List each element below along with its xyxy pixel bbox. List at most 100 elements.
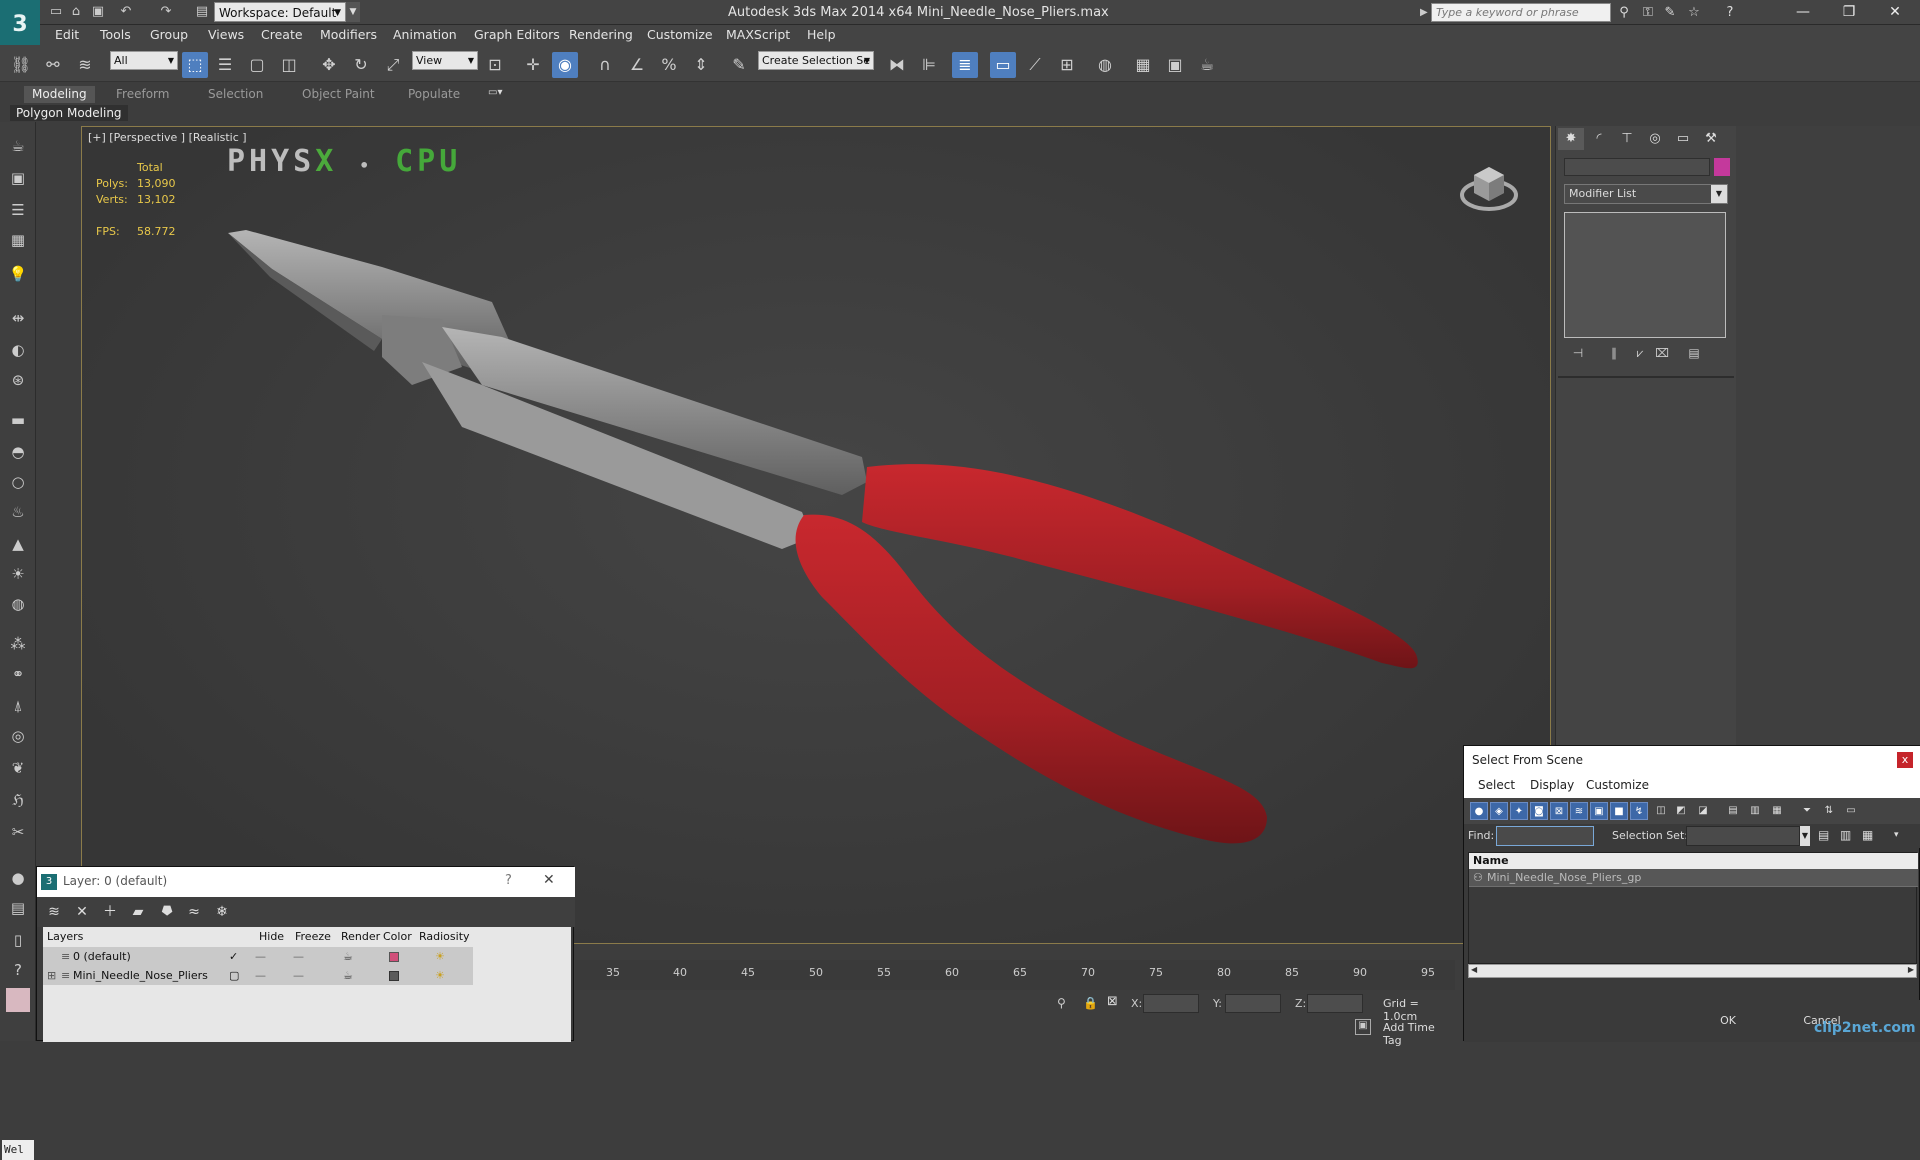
- select-objects-in-layer-icon[interactable]: ▰: [127, 902, 149, 922]
- new-layer-icon[interactable]: ≋: [43, 902, 65, 922]
- current-layer-box-icon[interactable]: ▢: [229, 966, 239, 985]
- close-button[interactable]: ✕: [543, 872, 555, 888]
- ribbon-options-icon[interactable]: ▭▾: [488, 87, 508, 101]
- hemisphere-icon[interactable]: ◓: [6, 440, 30, 464]
- add-to-selection-set-icon[interactable]: ▥: [1840, 828, 1851, 842]
- list-item[interactable]: ⚇ Mini_Needle_Nose_Pliers_gp: [1469, 869, 1918, 887]
- expand-icon[interactable]: ⊞: [47, 966, 56, 985]
- rectangular-selection-icon[interactable]: ▢: [244, 52, 270, 78]
- pin-stack-icon[interactable]: ⊣: [1568, 344, 1588, 362]
- select-and-link-icon[interactable]: ⛓: [8, 52, 34, 78]
- add-to-layer-icon[interactable]: ＋: [99, 902, 121, 922]
- display-tab-icon[interactable]: ▭: [1670, 128, 1696, 150]
- reference-coordinate-dropdown[interactable]: View ▼: [412, 51, 478, 70]
- y-coordinate-input[interactable]: [1225, 994, 1281, 1013]
- help-button[interactable]: ?: [505, 873, 512, 888]
- keyboard-shortcut-override-icon[interactable]: ◉: [552, 52, 578, 78]
- graphite-toolbar-icon[interactable]: ▭: [990, 52, 1016, 78]
- details-view-icon[interactable]: ▥: [1746, 802, 1764, 820]
- helpers-filter-icon[interactable]: ⊠: [1550, 802, 1568, 820]
- camera-icon[interactable]: ◐: [6, 338, 30, 362]
- hierarchy-view-icon[interactable]: ▦: [1768, 802, 1786, 820]
- utilities-tab-icon[interactable]: ⚒: [1698, 128, 1724, 150]
- unlink-icon[interactable]: ⚯: [40, 52, 66, 78]
- sort-icon[interactable]: ⇅: [1820, 802, 1838, 820]
- help-icon[interactable]: ?: [1720, 3, 1740, 22]
- sun-icon[interactable]: ☀: [6, 562, 30, 586]
- favorites-star-icon[interactable]: ☆: [1684, 3, 1704, 22]
- z-coordinate-input[interactable]: [1307, 994, 1363, 1013]
- menu-tools[interactable]: Tools: [100, 25, 131, 45]
- freeze-unfreeze-all-icon[interactable]: ❄: [211, 902, 233, 922]
- x-coordinate-input[interactable]: [1143, 994, 1199, 1013]
- undo-icon[interactable]: ↶: [118, 4, 134, 20]
- hide-toggle[interactable]: —: [255, 947, 266, 966]
- save-icon[interactable]: ▣: [90, 4, 106, 20]
- viewcube-icon[interactable]: [1458, 157, 1520, 217]
- close-icon[interactable]: ✕: [1872, 0, 1918, 25]
- xrefs-filter-icon[interactable]: ■: [1610, 802, 1628, 820]
- render-frame-icon[interactable]: ▣: [6, 166, 30, 190]
- edit-named-selection-icon[interactable]: ✎: [726, 52, 752, 78]
- sfs-menu-select[interactable]: Select: [1478, 778, 1515, 792]
- hair-icon[interactable]: ℌ: [6, 788, 30, 812]
- light-bulb-icon[interactable]: 💡: [6, 262, 30, 286]
- video-camera-icon[interactable]: ⊛: [6, 368, 30, 392]
- col-render[interactable]: Render: [341, 927, 380, 947]
- redo-icon[interactable]: ↷: [158, 4, 174, 20]
- render-setup-icon[interactable]: ▦: [1130, 52, 1156, 78]
- layer-dialog-titlebar[interactable]: 3 Layer: 0 (default) ? ✕: [37, 867, 575, 897]
- tab-selection[interactable]: Selection: [200, 86, 271, 103]
- rendered-frame-window-icon[interactable]: ▣: [1162, 52, 1188, 78]
- geometry-filter-icon[interactable]: ●: [1470, 802, 1488, 820]
- absolute-mode-icon[interactable]: ⊠: [1107, 994, 1118, 1009]
- make-unique-icon[interactable]: ⩗: [1630, 344, 1650, 362]
- col-hide[interactable]: Hide: [259, 927, 284, 947]
- select-and-move-icon[interactable]: ✥: [316, 52, 342, 78]
- menu-animation[interactable]: Animation: [393, 25, 457, 45]
- filter-funnel-icon[interactable]: ⏷: [1798, 802, 1816, 820]
- modifier-list-dropdown[interactable]: Modifier List ▼: [1564, 184, 1728, 204]
- invert-selection-icon[interactable]: ◪: [1694, 802, 1712, 820]
- menu-group[interactable]: Group: [150, 25, 188, 45]
- quick-access-more-icon[interactable]: ▼: [346, 2, 360, 22]
- selection-set-dropdown[interactable]: [1686, 826, 1800, 846]
- find-input[interactable]: [1496, 826, 1594, 846]
- horizontal-scrollbar[interactable]: ◀ ▶: [1468, 964, 1917, 978]
- bind-space-warp-icon[interactable]: ≋: [72, 52, 98, 78]
- selection-filter-dropdown[interactable]: All ▼: [110, 51, 178, 70]
- sfs-close-button[interactable]: x: [1897, 752, 1913, 768]
- object-name-input[interactable]: [1564, 158, 1710, 176]
- move-tool-icon[interactable]: ⇹: [6, 306, 30, 330]
- list-icon[interactable]: ☰: [6, 198, 30, 222]
- modifier-stack[interactable]: [1564, 212, 1726, 338]
- timeline-ruler[interactable]: 35 40 45 50 55 60 65 70 75 80 85 90 95: [575, 960, 1455, 990]
- lights-filter-icon[interactable]: ✦: [1510, 802, 1528, 820]
- tab-modeling[interactable]: Modeling: [24, 86, 95, 103]
- remove-modifier-icon[interactable]: ⌧: [1652, 344, 1672, 362]
- hierarchy-tab-icon[interactable]: ⊤: [1614, 128, 1640, 150]
- col-radiosity[interactable]: Radiosity: [419, 927, 470, 947]
- motion-tab-icon[interactable]: ◎: [1642, 128, 1668, 150]
- sfs-menu-display[interactable]: Display: [1530, 778, 1574, 792]
- menu-create[interactable]: Create: [261, 25, 303, 45]
- radiosity-light-icon[interactable]: ☀: [435, 947, 445, 966]
- cone-icon[interactable]: ▲: [6, 532, 30, 556]
- menu-graph-editors[interactable]: Graph Editors: [474, 25, 560, 45]
- select-object-icon[interactable]: ⬚: [182, 52, 208, 78]
- render-production-icon[interactable]: ☕: [1194, 52, 1220, 78]
- hide-unhide-all-icon[interactable]: ≈: [183, 902, 205, 922]
- sfs-menu-customize[interactable]: Customize: [1586, 778, 1649, 792]
- pliers-model[interactable]: [82, 127, 1551, 944]
- sfs-titlebar[interactable]: Select From Scene x: [1464, 746, 1920, 774]
- tripod-icon[interactable]: ⍋: [6, 694, 30, 718]
- document-icon[interactable]: ▯: [6, 928, 30, 952]
- search-collapse-icon[interactable]: ▶: [1420, 4, 1430, 22]
- columns-icon[interactable]: ▭: [1842, 802, 1860, 820]
- open-folder-icon[interactable]: ⌂: [68, 4, 84, 20]
- molecule-icon[interactable]: ⚭: [6, 662, 30, 686]
- keyword-search-input[interactable]: Type a keyword or phrase: [1431, 3, 1611, 22]
- layer-color-swatch[interactable]: [389, 971, 399, 981]
- menu-help[interactable]: Help: [807, 25, 836, 45]
- cloth-icon[interactable]: ✂: [6, 820, 30, 844]
